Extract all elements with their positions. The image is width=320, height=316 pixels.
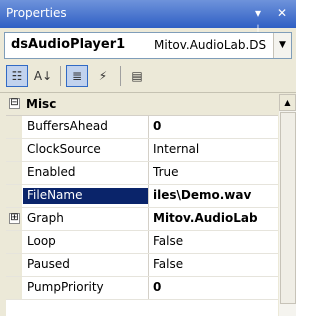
property-value[interactable]: Internal <box>153 142 275 158</box>
property-value[interactable]: True <box>153 165 275 181</box>
property-name: Enabled <box>27 165 76 179</box>
property-row-graph[interactable]: ⊞ Graph Mitov.AudioLab <box>6 208 278 231</box>
row-gutter <box>6 116 22 138</box>
toolbar-separator <box>60 66 61 86</box>
property-value[interactable]: False <box>153 234 275 250</box>
alphabetical-icon[interactable]: A↓ <box>32 65 54 87</box>
property-value[interactable]: Mitov.AudioLab <box>153 211 275 227</box>
property-name: BuffersAhead <box>27 119 108 133</box>
property-pages-icon[interactable]: ▤ <box>126 65 148 87</box>
row-gutter <box>6 277 22 299</box>
vertical-scrollbar[interactable]: ▲ <box>279 94 296 316</box>
column-divider[interactable] <box>148 254 149 276</box>
categorized-icon[interactable]: ☷ <box>6 65 28 87</box>
property-row-enabled[interactable]: Enabled True <box>6 162 278 185</box>
property-value[interactable]: 0 <box>153 119 275 135</box>
column-divider[interactable] <box>148 277 149 299</box>
property-row-clocksource[interactable]: ClockSource Internal <box>6 139 278 162</box>
title-bar[interactable]: Properties ▾ ⊥ ✕ <box>0 0 296 36</box>
property-name: Loop <box>27 234 56 248</box>
property-row-buffersahead[interactable]: BuffersAhead 0 <box>6 116 278 139</box>
column-divider[interactable] <box>148 231 149 253</box>
events-icon[interactable]: ⚡ <box>92 65 114 87</box>
scroll-up-icon[interactable]: ▲ <box>279 94 296 111</box>
column-divider[interactable] <box>148 139 149 161</box>
property-row-loop[interactable]: Loop False <box>6 231 278 254</box>
property-name: PumpPriority <box>27 280 104 294</box>
property-name: FileName <box>23 188 148 204</box>
toolbar-separator <box>120 66 121 86</box>
row-gutter <box>6 185 22 207</box>
property-value[interactable]: 0 <box>153 280 275 296</box>
pin-icon[interactable]: ▾ ⊥ <box>250 5 266 36</box>
window-title: Properties <box>6 6 67 20</box>
scroll-thumb[interactable] <box>280 112 296 304</box>
object-name: dsAudioPlayer1 <box>11 37 126 52</box>
object-selector[interactable]: dsAudioPlayer1 Mitov.AudioLab.DS ▼ <box>4 32 292 59</box>
property-value[interactable]: iles\Demo.wav <box>153 188 275 204</box>
collapse-icon[interactable]: ⊟ <box>9 98 20 109</box>
property-row-filename[interactable]: FileName iles\Demo.wav <box>6 185 278 208</box>
property-name: ClockSource <box>27 142 101 156</box>
column-divider[interactable] <box>148 116 149 138</box>
category-header-misc[interactable]: ⊟ Misc <box>6 94 278 116</box>
row-gutter <box>6 139 22 161</box>
property-row-pumppriority[interactable]: PumpPriority 0 <box>6 277 278 300</box>
row-gutter <box>6 162 22 184</box>
column-divider[interactable] <box>148 162 149 184</box>
property-value[interactable]: False <box>153 257 275 273</box>
close-icon[interactable]: ✕ <box>274 5 290 21</box>
toolbar: ☷ A↓ ≣ ⚡ ▤ <box>0 60 296 93</box>
property-row-paused[interactable]: Paused False <box>6 254 278 277</box>
row-gutter <box>6 231 22 253</box>
properties-icon[interactable]: ≣ <box>66 65 88 87</box>
property-grid: ⊟ Misc BuffersAhead 0 ClockSource Intern… <box>6 94 278 316</box>
row-gutter <box>6 254 22 276</box>
property-name: Paused <box>27 257 70 271</box>
expand-icon[interactable]: ⊞ <box>9 213 20 224</box>
object-type: Mitov.AudioLab.DS <box>154 38 267 52</box>
property-name: Graph <box>27 211 64 225</box>
dropdown-arrow-icon[interactable]: ▼ <box>273 33 291 58</box>
column-divider[interactable] <box>148 208 149 230</box>
properties-window: Properties ▾ ⊥ ✕ dsAudioPlayer1 Mitov.Au… <box>0 0 296 316</box>
category-label: Misc <box>26 97 57 111</box>
column-divider[interactable] <box>148 185 149 207</box>
